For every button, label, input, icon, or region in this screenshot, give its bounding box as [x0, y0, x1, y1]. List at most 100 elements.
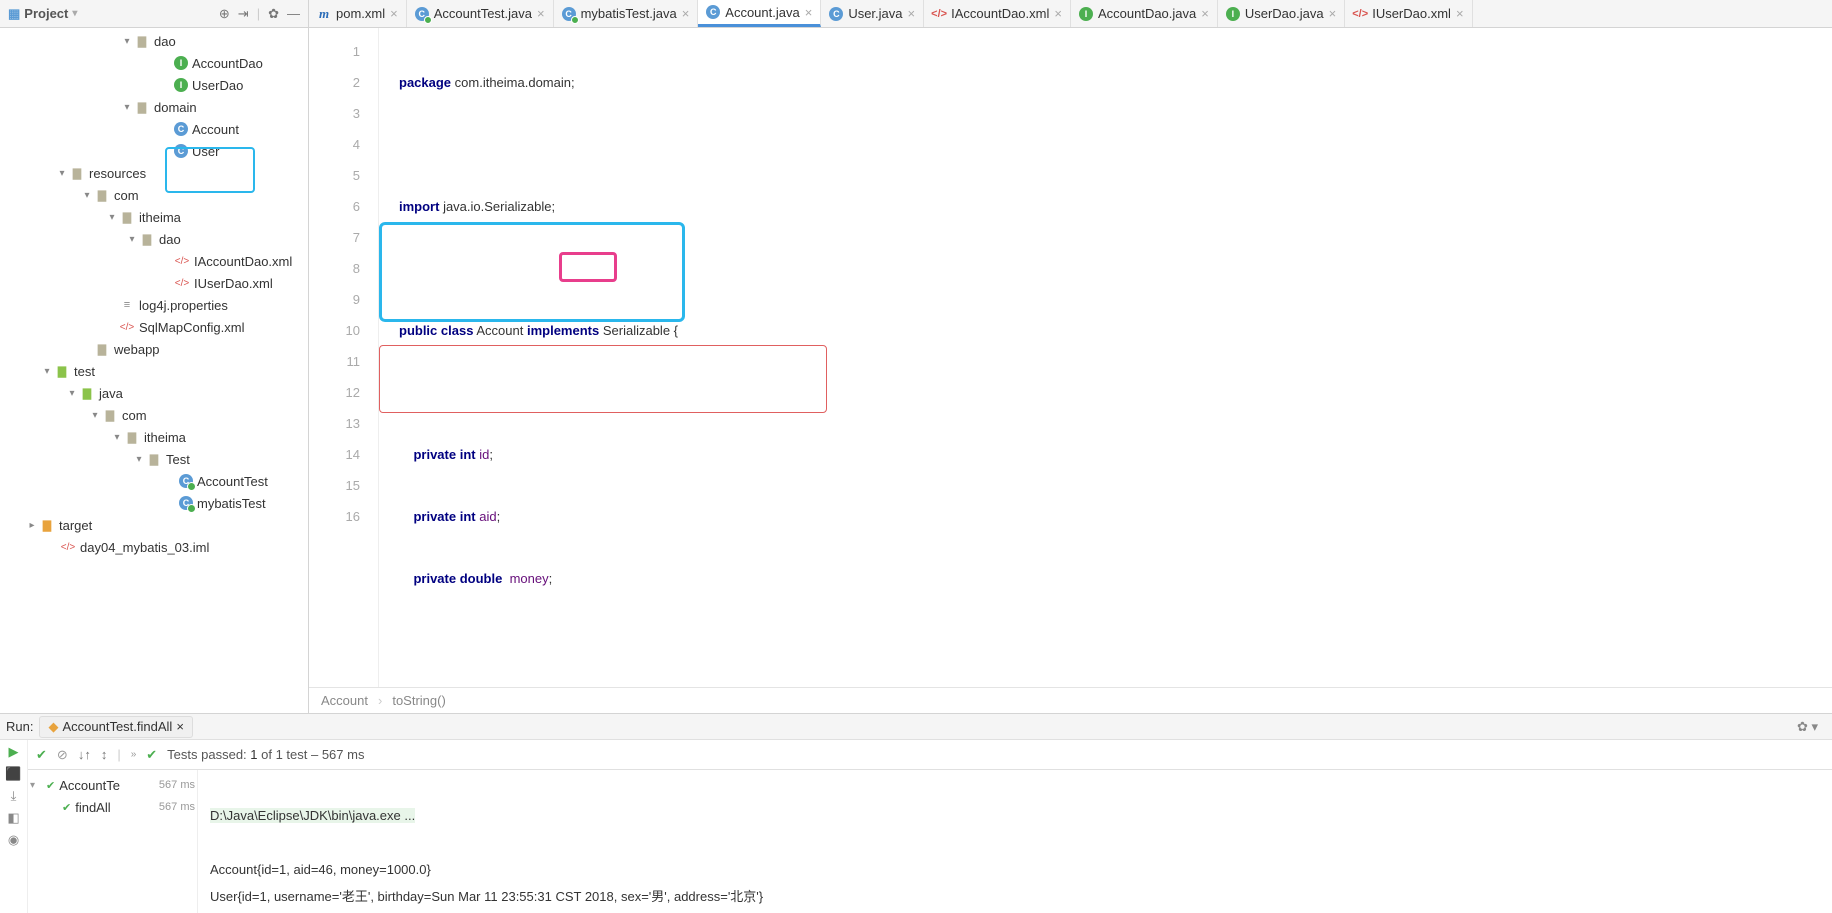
tree-node-java[interactable]: ▾▇java — [0, 382, 308, 404]
hide-icon[interactable]: — — [287, 6, 300, 22]
kw-int: int — [460, 509, 476, 524]
collapse-icon[interactable]: ⇥ — [238, 6, 249, 22]
chevron-icon[interactable]: ▾ — [88, 410, 102, 421]
tab-account-java[interactable]: CAccount.java× — [698, 0, 821, 27]
tab-accountdao-java[interactable]: IAccountDao.java× — [1071, 0, 1218, 27]
code-area[interactable]: package com.itheima.domain; import java.… — [379, 28, 1832, 687]
chevron-icon[interactable]: ▾ — [80, 190, 94, 201]
breadcrumb-class[interactable]: Account — [321, 693, 368, 708]
breadcrumb-method[interactable]: toString() — [392, 693, 445, 708]
tree-node-itheima[interactable]: ▾▇itheima — [0, 426, 308, 448]
tab-pom-xml[interactable]: mpom.xml× — [309, 0, 407, 27]
close-icon[interactable]: × — [1201, 6, 1209, 21]
kw-import: import — [399, 199, 439, 214]
tab-accounttest-java[interactable]: CAccountTest.java× — [407, 0, 554, 27]
tree-node-resources[interactable]: ▾▇resources — [0, 162, 308, 184]
close-icon[interactable]: × — [682, 6, 690, 21]
tab-iaccountdao-xml[interactable]: </>IAccountDao.xml× — [924, 0, 1071, 27]
debug-icon[interactable]: ⬛ — [5, 766, 21, 782]
line-number: 8 — [309, 253, 378, 284]
close-icon[interactable]: × — [1054, 6, 1062, 21]
tab-label: mybatisTest.java — [581, 6, 677, 21]
tests-passed: Tests passed: 1 of 1 test – 567 ms — [167, 747, 364, 762]
sort-icon[interactable]: ↓↑ — [78, 747, 91, 762]
field-money: money — [510, 571, 549, 586]
chevron-icon[interactable]: ▾ — [125, 234, 139, 245]
chevron-icon[interactable]: ▾ — [30, 780, 42, 791]
console-line: Account{id=1, aid=46, money=1000.0} — [210, 862, 431, 877]
tree-node-account[interactable]: CAccount — [0, 118, 308, 140]
folder-icon: ▇ — [54, 363, 70, 379]
chevron-icon[interactable]: ▾ — [105, 212, 119, 223]
chevron-icon[interactable]: ▾ — [110, 432, 124, 443]
chevron-icon[interactable]: ▾ — [55, 168, 69, 179]
pin-icon[interactable]: ⤓ — [11, 788, 17, 804]
interface-icon: I — [174, 56, 188, 70]
play-icon[interactable]: ▶ — [9, 744, 19, 760]
tree-node-com[interactable]: ▾▇com — [0, 404, 308, 426]
breadcrumb[interactable]: Account › toString() — [309, 687, 1832, 713]
gear-icon[interactable]: ✿ — [268, 6, 279, 22]
chevron-icon[interactable]: ▾ — [132, 454, 146, 465]
gear-icon[interactable]: ✿ ▾ — [1797, 719, 1826, 735]
tab-userdao-java[interactable]: IUserDao.java× — [1218, 0, 1345, 27]
tree-node-user[interactable]: CUser — [0, 140, 308, 162]
close-icon[interactable]: × — [1456, 6, 1464, 21]
close-icon[interactable]: × — [805, 5, 813, 20]
camera-icon[interactable]: ◉ — [8, 832, 19, 848]
tab-iuserdao-xml[interactable]: </>IUserDao.xml× — [1345, 0, 1472, 27]
tree-node-iaccountdao-xml[interactable]: </>IAccountDao.xml — [0, 250, 308, 272]
tree-node-day04-mybatis-03-iml[interactable]: </>day04_mybatis_03.iml — [0, 536, 308, 558]
close-icon[interactable]: × — [537, 6, 545, 21]
close-icon[interactable]: × — [908, 6, 916, 21]
tree-node-dao[interactable]: ▾▇dao — [0, 228, 308, 250]
console-output[interactable]: D:\Java\Eclipse\JDK\bin\java.exe ... Acc… — [198, 770, 1832, 913]
properties-icon: ≡ — [119, 297, 135, 313]
test-row[interactable]: ✔findAll567 ms — [30, 796, 195, 818]
tree-node-userdao[interactable]: IUserDao — [0, 74, 308, 96]
check-icon[interactable]: ✔ — [36, 747, 47, 763]
target-icon[interactable]: ⊕ — [219, 6, 230, 22]
pass-icon: ✔ — [146, 747, 157, 763]
tree-node-mybatistest[interactable]: CmybatisTest — [0, 492, 308, 514]
chevron-icon[interactable]: ▾ — [120, 102, 134, 113]
tree-node-accountdao[interactable]: IAccountDao — [0, 52, 308, 74]
tab-label: Account.java — [725, 5, 799, 20]
tree-label: SqlMapConfig.xml — [139, 320, 245, 335]
close-icon[interactable]: × — [390, 6, 398, 21]
chevron-icon[interactable]: ▾ — [120, 36, 134, 47]
tree-node-sqlmapconfig-xml[interactable]: </>SqlMapConfig.xml — [0, 316, 308, 338]
tab-mybatistest-java[interactable]: CmybatisTest.java× — [554, 0, 699, 27]
close-icon[interactable]: × — [1329, 6, 1337, 21]
chevron-icon[interactable]: ▾ — [65, 388, 79, 399]
tree-node-webapp[interactable]: ▇webapp — [0, 338, 308, 360]
project-title[interactable]: ▦ Project ▾ — [8, 6, 219, 22]
stop-icon[interactable]: ⊘ — [57, 747, 68, 763]
tree-node-domain[interactable]: ▾▇domain — [0, 96, 308, 118]
tree-node-target[interactable]: ▸▇target — [0, 514, 308, 536]
tree-node-log4j-properties[interactable]: ≡log4j.properties — [0, 294, 308, 316]
chevron-icon[interactable]: ▸ — [25, 520, 39, 531]
tree-node-dao[interactable]: ▾▇dao — [0, 30, 308, 52]
tree-node-iuserdao-xml[interactable]: </>IUserDao.xml — [0, 272, 308, 294]
tab-user-java[interactable]: CUser.java× — [821, 0, 924, 27]
chevron-icon[interactable]: ▾ — [40, 366, 54, 377]
expand-icon[interactable]: ↕ — [101, 747, 108, 762]
impl-name: Serializable — [603, 323, 670, 338]
tree-node-itheima[interactable]: ▾▇itheima — [0, 206, 308, 228]
tree-node-test[interactable]: ▾▇test — [0, 360, 308, 382]
chevron-icon[interactable]: » — [131, 749, 137, 760]
editor-tabs[interactable]: mpom.xml×CAccountTest.java×CmybatisTest.… — [309, 0, 1832, 28]
code-text: java.io.Serializable; — [439, 199, 555, 214]
tree-node-test[interactable]: ▾▇Test — [0, 448, 308, 470]
close-icon[interactable]: × — [176, 719, 184, 734]
run-config-tab[interactable]: ◆ AccountTest.findAll × — [39, 716, 192, 738]
tree-node-accounttest[interactable]: CAccountTest — [0, 470, 308, 492]
class-icon: C — [415, 7, 429, 21]
tree-label: day04_mybatis_03.iml — [80, 540, 209, 555]
tree-node-com[interactable]: ▾▇com — [0, 184, 308, 206]
project-tree[interactable]: ▾▇daoIAccountDaoIUserDao▾▇domainCAccount… — [0, 28, 308, 713]
test-tree[interactable]: ▾✔AccountTe567 ms✔findAll567 ms — [28, 770, 198, 913]
layout-icon[interactable]: ◧ — [7, 810, 19, 826]
test-row[interactable]: ▾✔AccountTe567 ms — [30, 774, 195, 796]
